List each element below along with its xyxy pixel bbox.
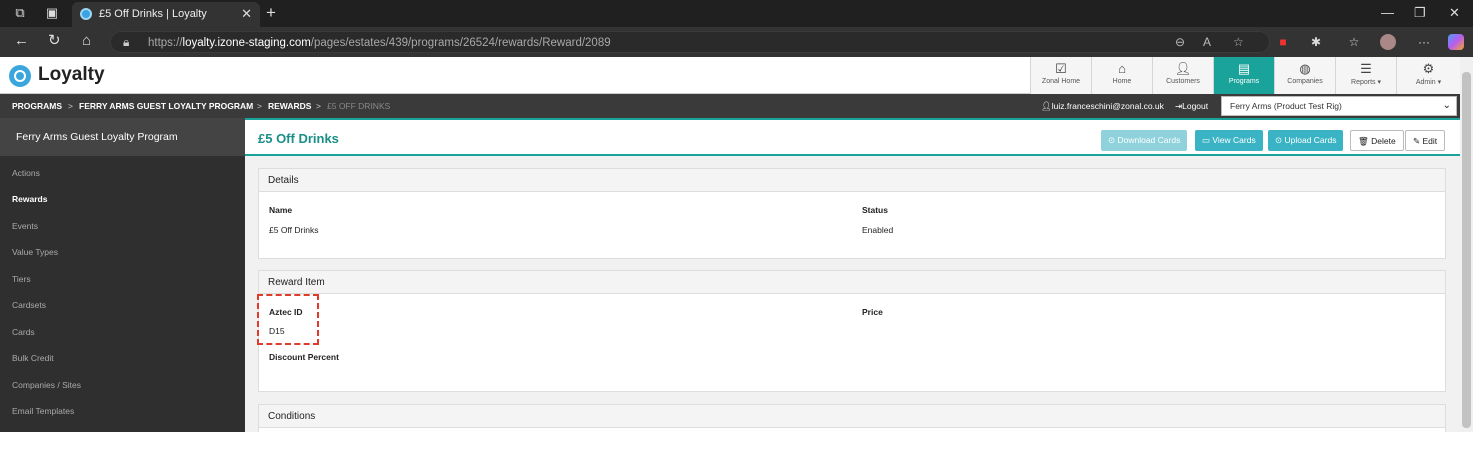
details-panel: Details Name £5 Off Drinks Status Enable… bbox=[258, 168, 1446, 259]
nav-admin[interactable]: ⚙ Admin ▾ bbox=[1396, 57, 1460, 94]
browser-tab[interactable]: £5 Off Drinks | Loyalty ✕ bbox=[72, 2, 260, 27]
close-window-icon[interactable]: ✕ bbox=[1449, 5, 1460, 21]
copilot-icon[interactable] bbox=[1448, 34, 1464, 50]
extensions-icon[interactable]: ✱ bbox=[1308, 34, 1324, 50]
tab-title: £5 Off Drinks | Loyalty bbox=[99, 8, 207, 20]
site-select[interactable]: Ferry Arms (Product Test Rig) ⌄ bbox=[1221, 96, 1457, 116]
favorite-star-icon[interactable]: ☆ bbox=[1233, 35, 1244, 49]
trash-icon: 🗑︎ bbox=[1358, 136, 1372, 146]
minimize-icon[interactable]: — bbox=[1381, 5, 1394, 20]
home-browser-icon[interactable]: ⌂ bbox=[82, 33, 91, 49]
view-cards-button[interactable]: ▭ View Cards bbox=[1195, 130, 1263, 151]
app-header: Loyalty ☑ Zonal Home ⌂ Home 👤︎ Customers… bbox=[0, 57, 1460, 94]
list-icon: ☰ bbox=[1360, 61, 1372, 76]
book-icon: ▤ bbox=[1237, 61, 1251, 76]
nav-zonal-home[interactable]: ☑ Zonal Home bbox=[1030, 57, 1091, 94]
sidebar-item-bulk-credit[interactable]: Bulk Credit bbox=[12, 353, 54, 363]
breadcrumb-programs[interactable]: PROGRAMS bbox=[12, 101, 62, 111]
sidebar-item-tiers[interactable]: Tiers bbox=[12, 274, 31, 284]
app-title: Loyalty bbox=[38, 64, 105, 85]
read-aloud-icon[interactable]: A bbox=[1203, 35, 1211, 49]
nav-home[interactable]: ⌂ Home bbox=[1091, 57, 1152, 94]
refresh-icon[interactable]: ↻ bbox=[48, 33, 61, 49]
restore-icon[interactable]: ❐ bbox=[1414, 5, 1426, 21]
name-value: £5 Off Drinks bbox=[269, 225, 319, 235]
sidebar-item-value-types[interactable]: Value Types bbox=[12, 247, 58, 257]
sidebar-item-rewards[interactable]: Rewards bbox=[12, 194, 47, 204]
lock-icon[interactable]: 🔒︎ bbox=[123, 35, 129, 50]
back-icon[interactable]: ← bbox=[14, 33, 29, 49]
page-title: £5 Off Drinks bbox=[258, 131, 339, 146]
reward-item-panel: Reward Item Aztec ID D15 Price Discount … bbox=[258, 270, 1446, 392]
breadcrumb: PROGRAMS > FERRY ARMS GUEST LOYALTY PROG… bbox=[0, 94, 1460, 118]
close-tab-icon[interactable]: ✕ bbox=[241, 6, 252, 22]
annotation-highlight-box bbox=[257, 294, 319, 345]
gear-icon: ⚙ bbox=[1422, 61, 1435, 76]
profile-avatar[interactable] bbox=[1380, 34, 1396, 50]
globe-icon: ◍ bbox=[1299, 61, 1311, 76]
status-value: Enabled bbox=[862, 225, 894, 235]
breadcrumb-current: £5 OFF DRINKS bbox=[327, 101, 391, 111]
upload-cards-button[interactable]: ⊙ Upload Cards bbox=[1268, 130, 1344, 151]
status-label: Status bbox=[862, 205, 888, 215]
zoom-icon[interactable]: ⊖ bbox=[1175, 35, 1185, 49]
check-badge-icon: ☑ bbox=[1055, 61, 1067, 76]
sidebar-item-cards[interactable]: Cards bbox=[12, 327, 35, 337]
loyalty-favicon-icon bbox=[80, 8, 92, 20]
download-cards-button[interactable]: ⊙ Download Cards bbox=[1101, 130, 1188, 151]
address-bar[interactable]: 🔒︎ https://loyalty.izone-staging.com/pag… bbox=[110, 31, 1270, 53]
edit-button[interactable]: ✎ Edit bbox=[1405, 130, 1446, 151]
scrollbar-thumb[interactable] bbox=[1462, 72, 1471, 428]
url-text[interactable]: https://loyalty.izone-staging.com/pages/… bbox=[148, 37, 611, 49]
name-label: Name bbox=[269, 205, 293, 215]
user-account-link[interactable]: 👤︎luiz.franceschini@zonal.co.uk bbox=[1041, 101, 1164, 112]
breadcrumb-rewards[interactable]: REWARDS bbox=[268, 101, 311, 111]
conditions-title: Conditions bbox=[268, 411, 316, 422]
sidebar-item-companies-sites[interactable]: Companies / Sites bbox=[12, 380, 81, 390]
nav-reports[interactable]: ☰ Reports ▾ bbox=[1335, 57, 1396, 94]
extension-icon[interactable]: ■ bbox=[1275, 34, 1291, 50]
tab-actions-icon[interactable]: ▣ bbox=[45, 6, 59, 20]
main-content: £5 Off Drinks ⊙ Download Cards ▭ View Ca… bbox=[245, 118, 1460, 444]
card-icon: ▭ bbox=[1202, 135, 1213, 145]
reward-item-title: Reward Item bbox=[268, 277, 325, 288]
chevron-down-icon: ⌄ bbox=[1442, 100, 1451, 111]
logout-link[interactable]: ⇥Logout bbox=[1175, 101, 1208, 112]
user-icon: 👤︎ bbox=[1041, 101, 1052, 111]
sidebar-heading[interactable]: Ferry Arms Guest Loyalty Program bbox=[0, 118, 245, 156]
sidebar-item-actions[interactable]: Actions bbox=[12, 168, 40, 178]
nav-customers[interactable]: 👤︎ Customers bbox=[1152, 57, 1213, 94]
browser-toolbar: ← ↻ ⌂ 🔒︎ https://loyalty.izone-staging.c… bbox=[0, 27, 1473, 57]
details-title: Details bbox=[268, 175, 299, 186]
browser-titlebar: ⧉ ▣ £5 Off Drinks | Loyalty ✕ + — ❐ ✕ bbox=[0, 0, 1473, 27]
page-header: £5 Off Drinks ⊙ Download Cards ▭ View Ca… bbox=[245, 118, 1460, 156]
price-label: Price bbox=[862, 307, 883, 317]
user-icon: 👤︎ bbox=[1174, 61, 1192, 76]
more-options-icon[interactable]: ··· bbox=[1416, 34, 1432, 50]
bottom-margin bbox=[0, 432, 1473, 462]
sidebar-item-cardsets[interactable]: Cardsets bbox=[12, 300, 46, 310]
new-tab-icon[interactable]: + bbox=[266, 3, 276, 23]
sidebar-item-events[interactable]: Events bbox=[12, 221, 38, 231]
favorites-icon[interactable]: ☆ bbox=[1346, 34, 1362, 50]
home-icon: ⌂ bbox=[1118, 61, 1126, 76]
discount-percent-label: Discount Percent bbox=[269, 352, 339, 362]
delete-button[interactable]: 🗑︎ Delete bbox=[1350, 130, 1404, 151]
nav-programs[interactable]: ▤ Programs bbox=[1213, 57, 1274, 94]
breadcrumb-program[interactable]: FERRY ARMS GUEST LOYALTY PROGRAM bbox=[79, 101, 253, 111]
nav-companies[interactable]: ◍ Companies bbox=[1274, 57, 1335, 94]
sidebar: Ferry Arms Guest Loyalty Program Actions… bbox=[0, 118, 245, 432]
loyalty-logo-icon bbox=[9, 65, 31, 87]
workspaces-icon[interactable]: ⧉ bbox=[13, 6, 27, 20]
sidebar-item-email-templates[interactable]: Email Templates bbox=[12, 406, 74, 416]
